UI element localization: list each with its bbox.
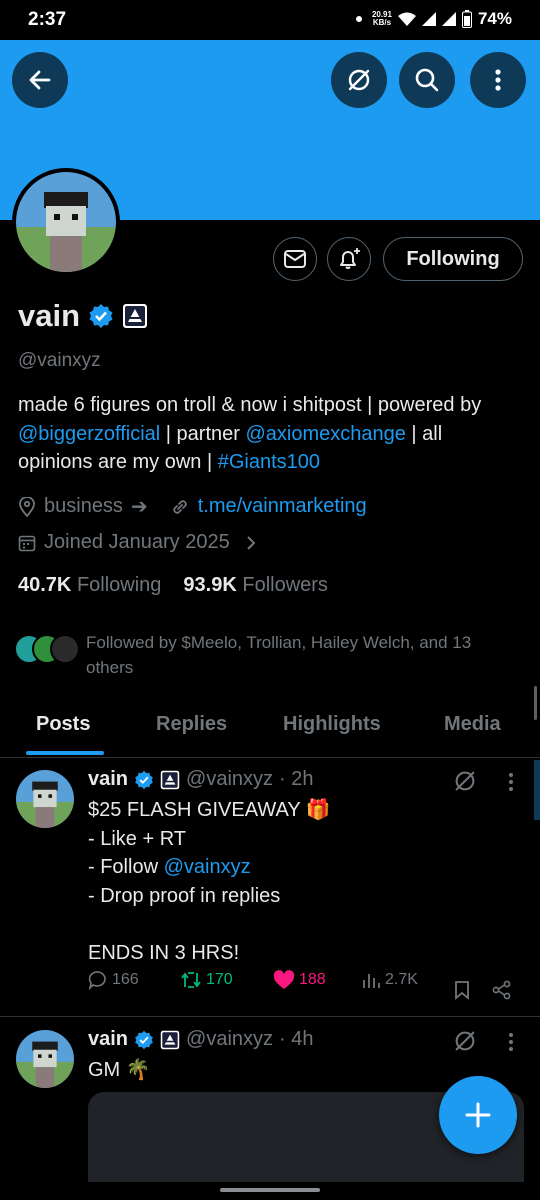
profile-website-link[interactable]: t.me/vainmarketing [198,495,367,518]
tab-media[interactable]: Media [444,713,501,736]
view-count: 2.7K [385,971,418,988]
following-count-link[interactable]: 40.7K Following [18,574,161,597]
verified-badge-icon [135,1030,153,1049]
bookmark-icon[interactable] [454,980,470,1000]
envelope-icon [284,250,306,268]
grok-button[interactable] [331,52,387,108]
location-pin-icon [19,496,35,517]
affiliate-badge-icon [160,770,180,789]
bio-mention-link[interactable]: @axiomexchange [245,423,405,445]
signal-icon [421,12,436,26]
profile-meta-row: business ➔ t.me/vainmarketing [18,494,367,519]
active-tab-indicator [26,751,104,755]
profile-name: vain [18,298,81,333]
message-button[interactable] [273,237,317,281]
tab-highlights[interactable]: Highlights [283,713,381,736]
tab-replies[interactable]: Replies [156,713,227,736]
profile-stats: 40.7K Following 93.9K Followers [18,574,328,597]
tweet-avatar[interactable] [16,770,74,828]
notifications-button[interactable] [327,237,371,281]
tweet-more-icon[interactable] [507,1032,515,1052]
grok-icon[interactable] [452,768,478,794]
followed-by-text[interactable]: Followed by $Meelo, Trollian, Hailey Wel… [86,630,506,680]
chevron-right-icon [246,535,256,550]
follower-avatar [50,634,80,664]
tab-posts[interactable]: Posts [36,713,90,736]
status-time: 2:37 [28,9,67,30]
profile-handle: @vainxyz [18,350,101,371]
battery-icon [461,10,472,28]
profile-joined-row[interactable]: Joined January 2025 [18,531,258,554]
followed-by-avatars[interactable] [14,630,82,666]
profile-category[interactable]: business [44,495,123,518]
status-bar: 2:37 20.91 KB/s 74% [0,0,540,40]
back-button[interactable] [12,52,68,108]
share-icon[interactable] [492,980,512,1000]
status-icons: 20.91 KB/s 74% [355,9,512,29]
bio-hashtag-link[interactable]: #Giants100 [218,451,320,473]
heart-icon [273,970,295,989]
profile-joined: Joined January 2025 [44,531,230,553]
bio-mention-link[interactable]: @biggerzofficial [18,423,160,445]
tweet-author-handle[interactable]: @vainxyz [186,768,273,791]
battery-level: 74% [477,9,512,28]
net-speed: 20.91 KB/s [371,10,392,27]
tweet-author-handle[interactable]: @vainxyz [186,1028,273,1051]
retweet-button[interactable]: 170 [180,971,233,989]
divider [0,1016,540,1017]
reply-count: 166 [112,971,139,988]
avatar-image [16,172,116,272]
search-button[interactable] [399,52,455,108]
followers-count-link[interactable]: 93.9K Followers [183,574,328,597]
more-button[interactable] [470,52,526,108]
scrollbar-track [534,760,540,820]
tweet-time[interactable]: · 2h [279,768,313,791]
arrow-left-icon [29,70,51,90]
tweet-author-name[interactable]: vain [88,768,128,791]
like-button[interactable]: 188 [273,970,326,990]
grok-icon[interactable] [452,1028,478,1054]
affiliate-badge-icon[interactable] [122,303,148,329]
tweet-text: $25 FLASH GIVEAWAY 🎁 - Like + RT - Follow … [88,799,331,964]
tweet-time[interactable]: · 4h [279,1028,313,1051]
tweet-author-name[interactable]: vain [88,1028,128,1051]
grok-icon [348,69,370,91]
tweet-header: vain @vainxyz · 4h [88,1028,314,1051]
views-bar-chart-icon [363,974,380,988]
reply-icon [88,971,106,990]
link-icon [173,499,187,514]
retweet-count: 170 [206,971,233,988]
calendar-icon [18,535,36,551]
scrollbar-thumb[interactable] [534,686,537,720]
views-button[interactable]: 2.7K [361,971,418,989]
retweet-icon [181,972,201,988]
verified-badge-icon[interactable] [88,303,114,329]
notification-dot-icon [355,16,362,22]
search-icon [415,68,439,92]
tweet-mention-link[interactable]: @vainxyz [164,856,251,878]
tweet-avatar[interactable] [16,1030,74,1088]
home-indicator[interactable] [220,1188,320,1192]
reply-button[interactable]: 166 [88,970,139,990]
tweet-more-icon[interactable] [507,772,515,792]
category-arrow: ➔ [130,496,148,518]
bell-plus-icon [340,248,360,269]
tweet-header: vain @vainxyz · 2h [88,768,314,791]
following-button[interactable]: Following [383,237,523,281]
profile-bio: made 6 figures on troll & now i shitpost… [18,394,482,473]
tweet-text: GM 🌴 [88,1059,151,1081]
profile-tabs: Posts Replies Highlights Media [0,700,540,758]
more-vertical-icon [495,69,501,91]
profile-name-row: vain [18,298,148,334]
wifi-icon [397,12,416,26]
signal-icon-2 [441,12,456,26]
plus-icon [465,1102,491,1128]
compose-post-button[interactable] [439,1076,517,1154]
verified-badge-icon [135,770,153,789]
like-count: 188 [299,971,326,988]
profile-avatar[interactable] [12,168,120,276]
affiliate-badge-icon [160,1030,180,1049]
